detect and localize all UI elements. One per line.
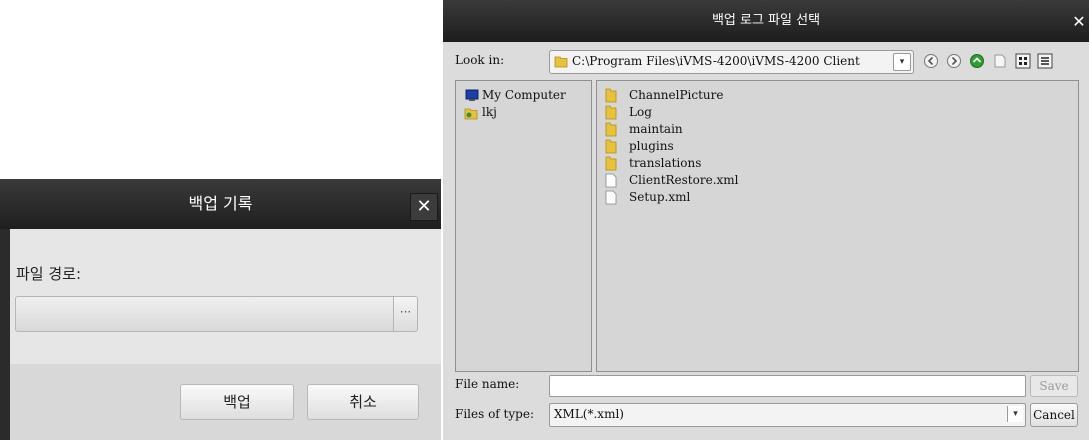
sidebar-pane: My Computer lkj	[455, 80, 592, 372]
file-path-input[interactable]	[15, 296, 394, 332]
sidebar-item-label: My Computer	[482, 88, 566, 102]
folder-icon	[605, 88, 617, 103]
list-item-label: Setup.xml	[629, 190, 691, 204]
backup-dialog: 백업 기록 ✕ 파일 경로: ··· 백업 취소	[0, 179, 441, 440]
cancel-button[interactable]: Cancel	[1030, 403, 1078, 427]
cancel-button[interactable]: 취소	[307, 384, 419, 420]
folder-icon	[605, 105, 617, 120]
browse-button[interactable]: ···	[393, 296, 418, 332]
close-icon[interactable]: ✕	[410, 193, 438, 221]
list-item-label: Log	[629, 105, 652, 119]
close-icon[interactable]: ✕	[1069, 12, 1089, 32]
file-name-label: File name:	[455, 377, 520, 391]
detail-view-icon[interactable]	[1037, 53, 1053, 69]
files-of-type-select[interactable]: XML(*.xml) ▾	[549, 403, 1026, 427]
save-button[interactable]: Save	[1030, 375, 1078, 397]
file-dialog-title: 백업 로그 파일 선택	[711, 13, 821, 28]
list-view-icon[interactable]	[1015, 53, 1031, 69]
file-name-input[interactable]	[549, 375, 1026, 397]
folder-icon	[605, 139, 617, 154]
file-icon	[605, 173, 617, 188]
files-of-type-value: XML(*.xml)	[554, 407, 624, 421]
user-icon	[464, 108, 478, 120]
up-icon[interactable]	[969, 53, 985, 69]
file-path-label: 파일 경로:	[16, 265, 82, 283]
list-item-label: maintain	[629, 122, 683, 136]
file-list-pane: ChannelPicture Log maintain plugins tran…	[596, 80, 1079, 372]
chevron-down-icon[interactable]: ▾	[893, 53, 911, 71]
chevron-down-icon[interactable]: ▾	[1007, 406, 1023, 422]
new-folder-icon[interactable]	[992, 53, 1008, 69]
files-of-type-label: Files of type:	[455, 407, 534, 421]
look-in-combo[interactable]: C:\Program Files\iVMS-4200\iVMS-4200 Cli…	[549, 50, 914, 74]
folder-icon	[605, 122, 617, 137]
forward-icon[interactable]	[946, 53, 962, 69]
back-icon[interactable]	[923, 53, 939, 69]
folder-icon	[605, 156, 617, 171]
sidebar-item-label: lkj	[482, 105, 497, 119]
list-item-label: plugins	[629, 139, 674, 153]
computer-icon	[465, 89, 479, 101]
list-item-label: ClientRestore.xml	[629, 173, 739, 187]
file-select-dialog: 백업 로그 파일 선택 ✕ Look in: C:\Program Files\…	[443, 0, 1089, 440]
backup-dialog-title: 백업 기록	[188, 194, 253, 213]
file-icon	[605, 190, 617, 205]
list-item-label: translations	[629, 156, 702, 170]
look-in-path: C:\Program Files\iVMS-4200\iVMS-4200 Cli…	[572, 54, 860, 68]
folder-icon	[554, 56, 568, 68]
look-in-label: Look in:	[455, 53, 505, 67]
list-item-label: ChannelPicture	[629, 88, 724, 102]
backup-button[interactable]: 백업	[180, 384, 294, 420]
